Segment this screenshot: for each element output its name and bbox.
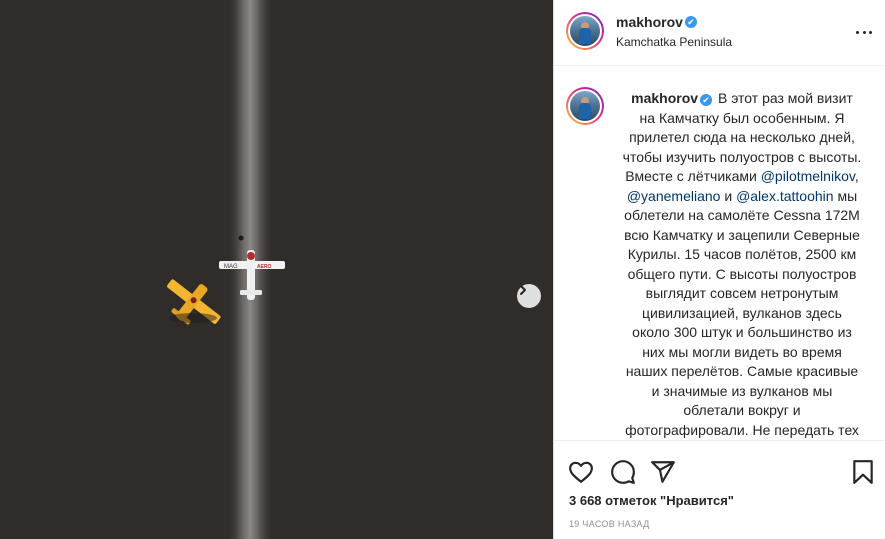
post-timestamp[interactable]: 19 ЧАСОВ НАЗАД (569, 519, 650, 529)
post-header: makhorov ✔ Kamchatka Peninsula (554, 0, 885, 66)
post-caption: makhorov ✔ В этот раз мой визит на Камчат… (622, 89, 862, 440)
mention-pilotmelnikov[interactable]: @pilotmelnikov (761, 168, 855, 184)
author-avatar[interactable] (566, 12, 604, 50)
post-location[interactable]: Kamchatka Peninsula (616, 35, 732, 49)
likes-count[interactable]: 3 668 отметок "Нравится" (569, 493, 734, 508)
next-slide-button[interactable] (517, 284, 541, 308)
caption-username[interactable]: makhorov (631, 90, 698, 106)
post-actions: 3 668 отметок "Нравится" 19 ЧАСОВ НАЗАД (554, 440, 885, 539)
caption-author-avatar[interactable] (566, 87, 604, 125)
share-icon[interactable] (650, 459, 676, 485)
mention-alex-tattoohin[interactable]: @alex.tattoohin (736, 188, 834, 204)
caption-text-2: , (854, 168, 859, 184)
author-username[interactable]: makhorov (616, 14, 683, 30)
bookmark-icon[interactable] (850, 459, 876, 485)
instagram-post: MAG AERO makhorov ✔ Kamchatka Peninsula … (0, 0, 885, 539)
heart-icon[interactable] (568, 459, 594, 485)
svg-text:MAG: MAG (224, 264, 238, 270)
comments-section: makhorov ✔ В этот раз мой визит на Камчат… (554, 67, 885, 440)
chevron-right-icon (520, 285, 526, 295)
verified-badge-icon: ✔ (700, 94, 713, 106)
post-photo: MAG AERO (0, 0, 553, 539)
post-side-panel: makhorov ✔ Kamchatka Peninsula makhorov ✔… (553, 0, 885, 539)
caption-text-3: и (720, 187, 737, 204)
mention-yanemeliano[interactable]: @yanemeliano (627, 188, 721, 204)
aerial-photo-illustration: MAG AERO (0, 0, 553, 539)
verified-badge-icon: ✔ (685, 16, 697, 28)
comment-icon[interactable] (610, 459, 636, 485)
svg-text:AERO: AERO (257, 264, 272, 270)
more-options-icon[interactable] (856, 24, 872, 40)
caption-text-4: мы облетели на самолёте Cessna 172M всю … (624, 187, 860, 438)
